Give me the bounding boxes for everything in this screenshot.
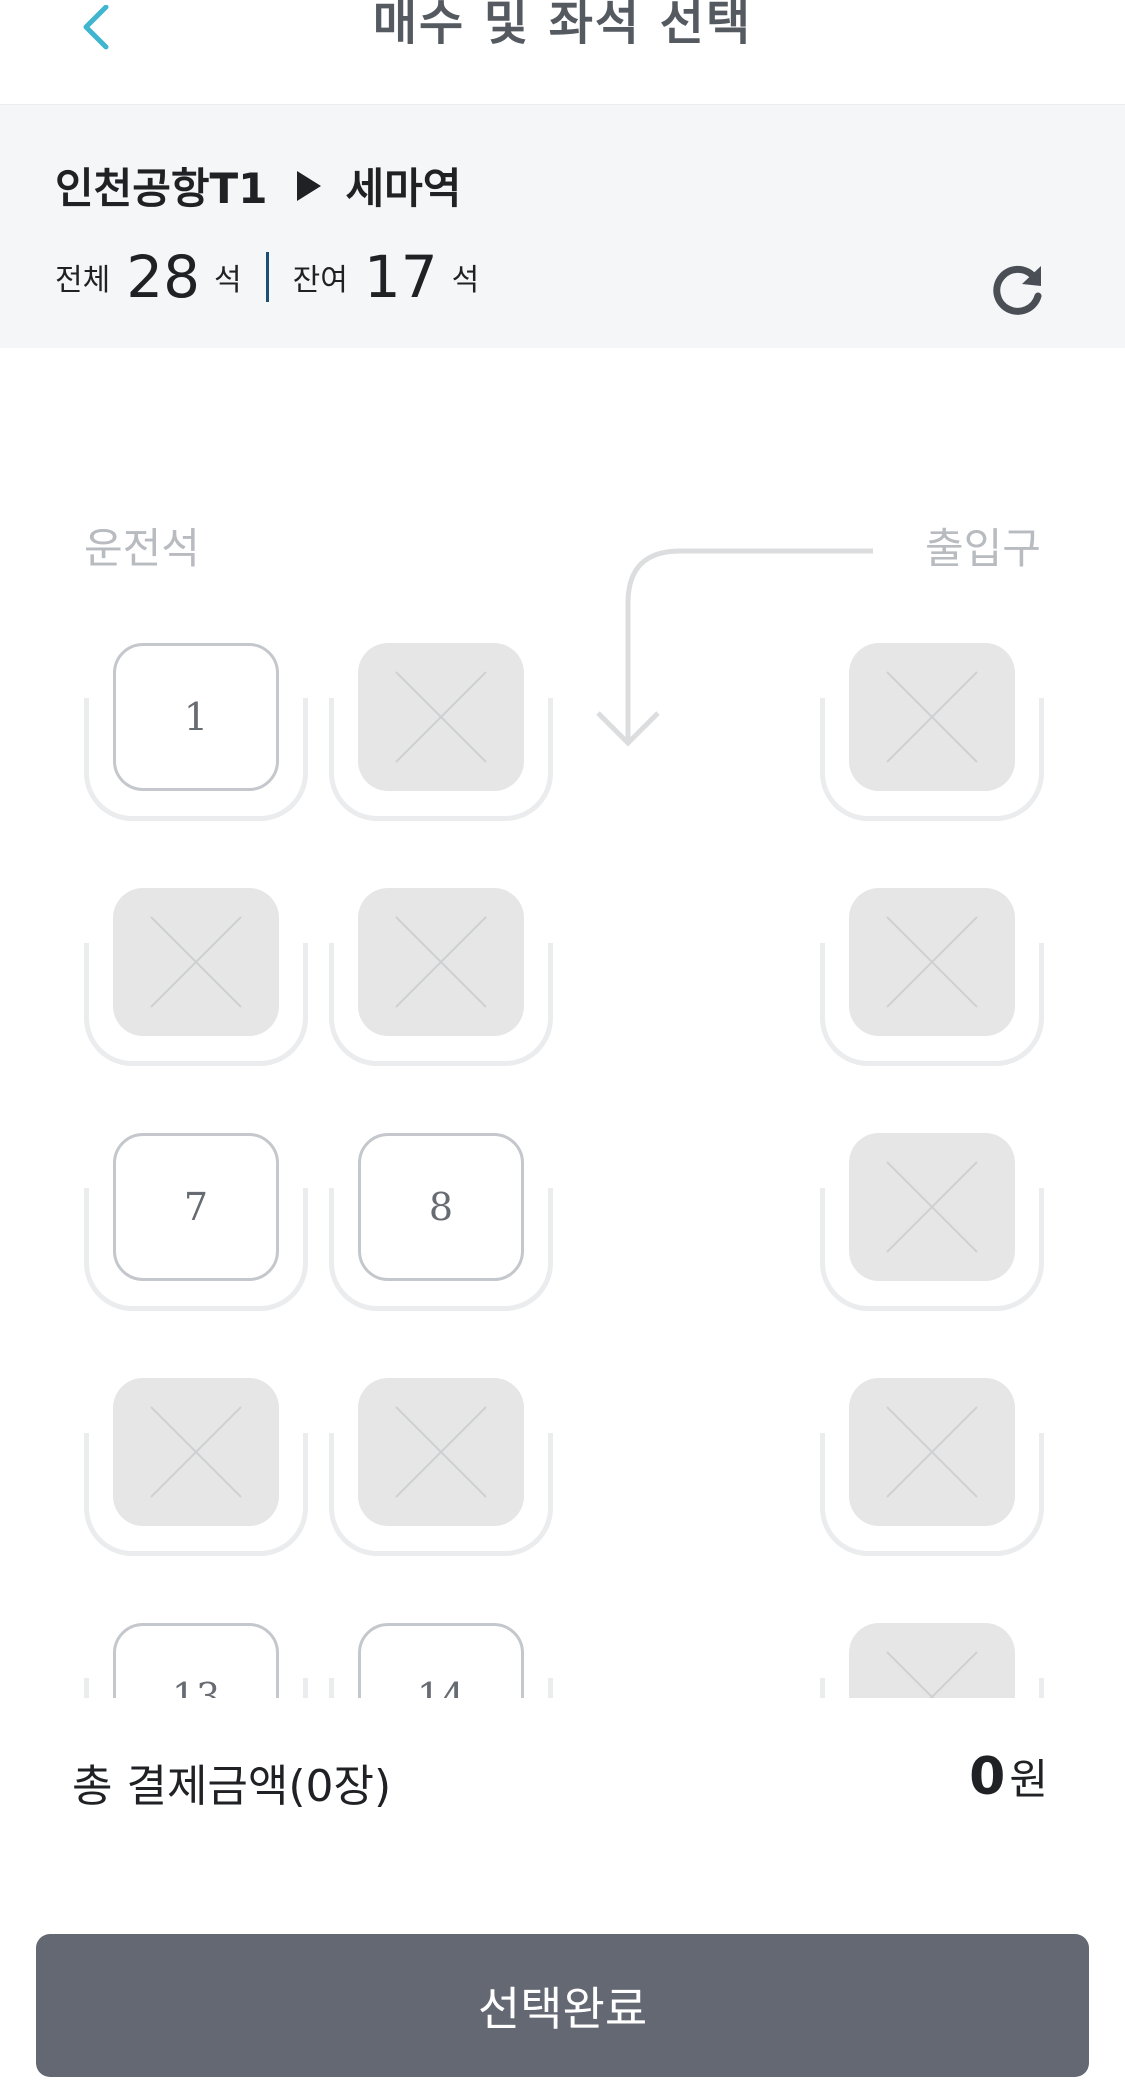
seat-cushion xyxy=(849,1623,1015,1698)
driver-seat-label: 운전석 xyxy=(84,524,200,573)
seat-taken-x-icon xyxy=(395,916,487,1008)
seat-taken-x-icon xyxy=(886,1406,978,1498)
seat-taken-x-icon xyxy=(150,1406,242,1498)
seat-available[interactable]: 7 xyxy=(84,1133,308,1311)
total-seats-label: 전체 xyxy=(55,263,111,298)
seat-cushion[interactable]: 7 xyxy=(113,1133,279,1281)
seat-occupied xyxy=(820,1623,1044,1698)
seat-number: 1 xyxy=(183,695,209,739)
entrance-label: 출입구 xyxy=(925,524,1041,573)
seat-cushion xyxy=(849,643,1015,791)
amount-value: 0 xyxy=(969,1747,1006,1807)
seat-occupied xyxy=(820,643,1044,821)
seat-taken-x-icon xyxy=(886,916,978,1008)
seat-cushion xyxy=(358,643,524,791)
complete-selection-button[interactable]: 선택완료 xyxy=(36,1934,1089,2077)
seat-taken-x-icon xyxy=(886,1161,978,1253)
seat-cushion xyxy=(113,888,279,1036)
seat-counts: 전체 28 석 잔여 17 석 xyxy=(55,247,479,307)
app-header: 매수 및 좌석 선택 xyxy=(0,0,1125,105)
seat-number: 13 xyxy=(171,1675,221,1698)
seat-taken-x-icon xyxy=(395,671,487,763)
seat-taken-x-icon xyxy=(886,1651,978,1698)
seat-taken-x-icon xyxy=(150,916,242,1008)
remaining-seats-unit: 석 xyxy=(451,263,480,298)
seat-cushion xyxy=(849,888,1015,1036)
seat-available[interactable]: 8 xyxy=(329,1133,553,1311)
route-destination: 세마역 xyxy=(345,164,462,213)
seat-taken-x-icon xyxy=(395,1406,487,1498)
seat-occupied xyxy=(84,1378,308,1556)
seat-occupied xyxy=(820,1378,1044,1556)
trip-info-panel: 인천공항T1 세마역 전체 28 석 잔여 17 석 xyxy=(0,105,1125,348)
page-title: 매수 및 좌석 선택 xyxy=(372,0,753,51)
route-arrow-icon xyxy=(297,170,322,201)
seat-cushion xyxy=(358,888,524,1036)
refresh-button[interactable] xyxy=(982,255,1052,325)
amount-unit: 원 xyxy=(1009,1755,1048,1804)
seat-occupied xyxy=(329,1378,553,1556)
seat-occupied xyxy=(329,888,553,1066)
seat-number: 8 xyxy=(428,1185,454,1229)
seat-cushion xyxy=(849,1133,1015,1281)
remaining-seats-label: 잔여 xyxy=(292,263,348,298)
total-payment-label: 총 결제금액(0장) xyxy=(72,1761,392,1812)
total-payment-amount: 0 원 xyxy=(969,1746,1048,1807)
route-origin: 인천공항T1 xyxy=(55,164,268,213)
seat-cushion[interactable]: 8 xyxy=(358,1133,524,1281)
seat-number: 7 xyxy=(183,1185,209,1229)
total-seats-value: 28 xyxy=(126,243,201,311)
seat-cushion xyxy=(113,1378,279,1526)
route: 인천공항T1 세마역 xyxy=(55,155,461,216)
seat-cushion xyxy=(358,1378,524,1526)
seat-occupied xyxy=(820,1133,1044,1311)
seat-cushion xyxy=(849,1378,1015,1526)
seat-taken-x-icon xyxy=(886,671,978,763)
seat-available[interactable]: 13 xyxy=(84,1623,308,1698)
total-seats-unit: 석 xyxy=(214,263,242,298)
seat-cushion[interactable]: 13 xyxy=(113,1623,279,1698)
seat-occupied xyxy=(329,643,553,821)
seat-occupied xyxy=(820,888,1044,1066)
remaining-seats-value: 17 xyxy=(363,243,438,311)
refresh-icon xyxy=(993,265,1042,315)
counts-divider xyxy=(265,252,269,302)
payment-footer: 총 결제금액(0장) 0 원 선택완료 xyxy=(0,1698,1125,2095)
seat-occupied xyxy=(84,888,308,1066)
seat-cushion[interactable]: 14 xyxy=(358,1623,524,1698)
seat-number: 14 xyxy=(416,1675,466,1698)
seat-available[interactable]: 14 xyxy=(329,1623,553,1698)
seat-available[interactable]: 1 xyxy=(84,643,308,821)
seat-map: 운전석 출입구 1 7 8 13 14 xyxy=(0,348,1125,1698)
seat-cushion[interactable]: 1 xyxy=(113,643,279,791)
